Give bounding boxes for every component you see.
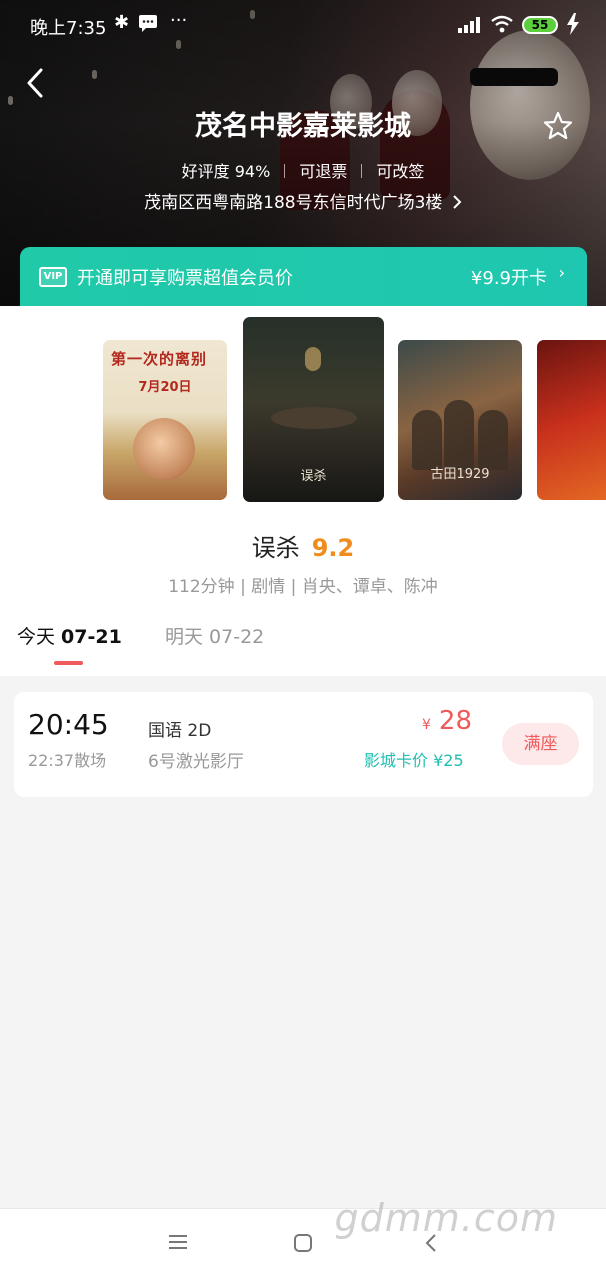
movie-poster[interactable]: 古田1929 [398,340,522,500]
bluetooth-icon: ✱ [114,12,130,33]
poster-lamp [305,347,321,371]
card-price: 影城卡价 ¥25 [364,751,464,770]
chevron-right-icon [452,193,462,213]
battery-indicator: 55 [522,16,558,34]
movie-title: 误杀 [251,534,300,562]
status-time: 晚上7:35 [30,18,107,39]
price-value: 28 [438,706,473,736]
poster-figure [412,410,442,470]
back-button[interactable] [22,66,50,100]
cinema-rating: 好评度 94% [181,162,271,181]
tab-today[interactable]: 今天 07-21 [17,622,122,649]
showtime-price: ¥28 [422,706,472,736]
cinema-name: 茂名中影嘉莱影城 [195,111,411,142]
signal-icon [458,16,484,39]
tab-today-date: 07-21 [61,626,122,648]
showtime-language: 国语 2D [148,721,212,741]
chevron-right-icon: › [558,263,565,282]
vip-text: 开通即可享购票超值会员价 [77,268,293,289]
poster-figure [444,400,474,470]
wifi-icon [490,14,514,39]
charging-icon [565,13,581,40]
showtime-hall: 6号激光影厅 [148,752,244,772]
divider [361,164,363,178]
movie-poster[interactable]: 第一次的离别 7月20日 [103,340,227,500]
poster-figure [478,410,508,470]
poster-figure [243,317,263,341]
movie-title-row: 误杀 9.2 [0,528,606,563]
poster-table [271,407,357,429]
showtime-card[interactable]: 20:45 22:37散场 国语 2D 6号激光影厅 ¥28 影城卡价 ¥25 … [14,692,593,797]
refund-label: 可退票 [299,162,348,181]
active-tab-indicator [54,661,83,665]
home-icon[interactable] [293,1233,313,1257]
poster-title: 第一次的离别 [111,350,208,368]
status-bar: 晚上7:35 ✱ ··· 55 [0,0,606,52]
poster-text: 古田1929 [430,467,490,482]
vip-membership-banner[interactable]: VIP 开通即可享购票超值会员价 ¥9.9开卡 › [20,247,587,306]
vip-icon: VIP [39,267,67,287]
currency-symbol: ¥ [422,717,431,733]
movie-poster[interactable] [537,340,606,500]
showtime-start: 20:45 [28,708,109,741]
sold-out-button[interactable]: 满座 [502,723,579,765]
poster-figure [133,418,195,480]
poster-figure [243,341,263,365]
poster-text: 误杀 [300,469,327,484]
tab-tomorrow[interactable]: 明天 07-22 [165,622,264,649]
change-label: 可改签 [376,162,425,181]
showtime-end: 22:37散场 [28,751,107,770]
movie-meta: 112分钟 | 剧情 | 肖央、谭卓、陈冲 [168,577,438,597]
menu-icon[interactable] [168,1233,188,1255]
divider [284,164,286,178]
movie-score: 9.2 [311,534,355,562]
message-icon [138,14,158,37]
cinema-address: 茂南区西粤南路188号东信时代广场3楼 [144,193,443,213]
movie-info: 误杀 9.2 112分钟 | 剧情 | 肖央、谭卓、陈冲 今天 07-21 明天 … [0,512,606,676]
more-icon: ··· [170,10,188,31]
cinema-address-link[interactable]: 茂南区西粤南路188号东信时代广场3楼 [0,188,606,213]
movie-poster-selected[interactable]: 误杀 [243,317,384,502]
movie-poster-carousel[interactable]: 第一次的离别 7月20日 误杀 古田1929 [0,306,606,512]
cinema-meta: 好评度 94% 可退票 可改签 [0,158,606,182]
poster-figure [243,365,263,389]
tab-today-label: 今天 [17,626,62,648]
watermark: gdmm.com [334,1196,558,1240]
vip-price: ¥9.9开卡 [470,268,547,289]
poster-date: 7月20日 [138,380,192,395]
cinema-header: 晚上7:35 ✱ ··· 55 茂名中影嘉莱影城 好评度 94% 可退票 可改签 茂… [0,0,606,306]
